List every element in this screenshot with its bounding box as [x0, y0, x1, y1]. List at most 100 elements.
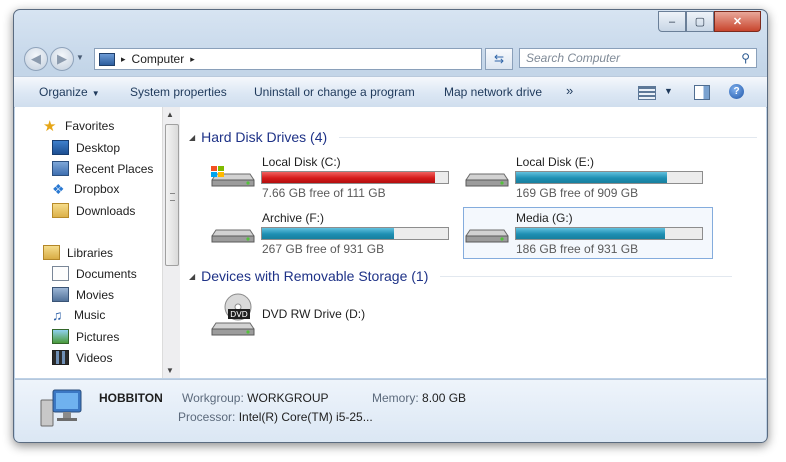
nav-item-recent-places[interactable]: Recent Places [52, 161, 153, 176]
search-icon[interactable]: ⚲ [741, 51, 750, 65]
nav-item-label: Documents [76, 266, 137, 281]
nav-libraries[interactable]: Libraries [43, 245, 113, 260]
nav-favorites[interactable]: ★ Favorites [43, 119, 115, 134]
dvd-drive-icon: DVD [211, 293, 255, 336]
organize-button[interactable]: Organize ▼ [39, 85, 100, 99]
refresh-button[interactable]: ⇆ [485, 48, 513, 70]
back-button[interactable]: ◀ [24, 47, 48, 71]
dropbox-icon: ❖ [52, 180, 65, 197]
nav-item-videos[interactable]: Videos [52, 350, 112, 365]
recent-places-icon [52, 161, 69, 176]
navigation-bar: ◀ ▶ ▼ ▸ Computer ▸ ⇆ Search Computer ⚲ [14, 45, 767, 73]
system-properties-button[interactable]: System properties [130, 85, 227, 99]
explorer-window: – ▢ ✕ ◀ ▶ ▼ ▸ Computer ▸ ⇆ Search Comput… [13, 9, 768, 443]
nav-favorites-label: Favorites [65, 119, 115, 133]
nav-item-label: Downloads [76, 203, 136, 218]
nav-item-label: Recent Places [76, 161, 154, 176]
hard-drive-icon [211, 229, 255, 243]
nav-pane-scrollbar[interactable]: ▲ ▼ [162, 107, 180, 378]
nav-item-movies[interactable]: Movies [52, 287, 114, 302]
breadcrumb-computer[interactable]: Computer [132, 52, 185, 66]
libraries-icon [43, 245, 60, 260]
navigation-pane: ★ Favorites Desktop Recent Places ❖ Drop… [15, 107, 162, 378]
map-network-drive-button[interactable]: Map network drive [444, 85, 542, 99]
nav-item-downloads[interactable]: Downloads [52, 203, 135, 218]
drive-usage-bar [515, 171, 703, 184]
command-bar: Organize ▼ System properties Uninstall or… [14, 76, 767, 108]
nav-item-label: Pictures [76, 329, 120, 344]
caption-buttons: – ▢ ✕ [658, 11, 761, 32]
collapse-triangle-icon[interactable]: ◢ [189, 272, 195, 281]
processor-info: Processor: Intel(R) Core(TM) i5-25... [178, 410, 373, 424]
scroll-up-arrow-icon[interactable]: ▲ [166, 110, 174, 119]
drive-free-space: 7.66 GB free of 111 GB [262, 186, 386, 200]
drive-usage-bar [261, 171, 449, 184]
drive-usage-bar [261, 227, 449, 240]
group-divider [440, 275, 733, 277]
nav-item-pictures[interactable]: Pictures [52, 329, 119, 344]
drive-usage-fill [262, 228, 395, 239]
group-title: Devices with Removable Storage (1) [201, 268, 429, 284]
view-options-caret-icon[interactable]: ▼ [664, 86, 673, 96]
hard-drive-icon [465, 173, 509, 187]
search-input[interactable]: Search Computer [526, 51, 620, 65]
nav-item-music[interactable]: ♫ Music [52, 306, 106, 323]
breadcrumb-separator[interactable]: ▸ [121, 54, 126, 65]
nav-item-desktop[interactable]: Desktop [52, 140, 120, 155]
drive-usage-fill [262, 172, 435, 183]
drive-tile[interactable]: Archive (F:) 267 GB free of 931 GB [210, 208, 460, 258]
breadcrumb-separator[interactable]: ▸ [190, 54, 195, 65]
address-bar[interactable]: ▸ Computer ▸ [94, 48, 482, 70]
nav-item-documents[interactable]: Documents [52, 266, 137, 281]
drive-name: Archive (F:) [262, 211, 325, 225]
drive-name: Local Disk (E:) [516, 155, 595, 169]
processor-label: Processor: [178, 410, 236, 424]
videos-icon [52, 350, 69, 365]
collapse-triangle-icon[interactable]: ◢ [189, 133, 195, 142]
computer-name: HOBBITON [99, 391, 163, 405]
drive-tile-selected[interactable]: Media (G:) 186 GB free of 931 GB [463, 207, 713, 259]
computer-icon [99, 52, 115, 66]
scroll-down-arrow-icon[interactable]: ▼ [166, 366, 174, 375]
scrollbar-thumb[interactable] [165, 124, 179, 266]
drive-tile[interactable]: DVD DVD RW Drive (D:) [210, 293, 410, 339]
group-removable-storage[interactable]: ◢ Devices with Removable Storage (1) [189, 268, 733, 284]
change-view-icon[interactable] [638, 86, 656, 100]
content-area: ★ Favorites Desktop Recent Places ❖ Drop… [15, 107, 766, 378]
maximize-button[interactable]: ▢ [686, 11, 714, 32]
more-commands-button[interactable]: » [566, 83, 573, 98]
workgroup-info: Workgroup: WORKGROUP [182, 391, 329, 405]
drive-free-space: 267 GB free of 931 GB [262, 242, 385, 256]
close-button[interactable]: ✕ [714, 11, 761, 32]
group-hard-disk-drives[interactable]: ◢ Hard Disk Drives (4) [189, 129, 758, 145]
dropdown-caret-icon: ▼ [91, 89, 100, 98]
documents-icon [52, 266, 69, 281]
dvd-badge: DVD [230, 310, 248, 319]
drive-usage-fill [516, 172, 667, 183]
nav-item-label: Videos [76, 350, 113, 365]
drive-free-space: 169 GB free of 909 GB [516, 186, 639, 200]
nav-item-label: Dropbox [74, 182, 120, 196]
recent-pages-chevron-icon[interactable]: ▼ [76, 53, 84, 62]
preview-pane-icon[interactable] [694, 85, 710, 100]
search-box[interactable]: Search Computer ⚲ [519, 48, 757, 68]
processor-value: Intel(R) Core(TM) i5-25... [238, 410, 373, 424]
nav-item-label: Music [74, 308, 106, 322]
forward-button[interactable]: ▶ [50, 47, 74, 71]
music-icon: ♫ [52, 306, 63, 323]
nav-item-dropbox[interactable]: ❖ Dropbox [52, 180, 120, 197]
minimize-button[interactable]: – [658, 11, 686, 32]
computer-icon [40, 389, 82, 427]
drive-tile[interactable]: Local Disk (E:) 169 GB free of 909 GB [464, 152, 714, 202]
workgroup-value: WORKGROUP [247, 391, 329, 405]
memory-label: Memory: [372, 391, 419, 405]
help-icon[interactable]: ? [729, 84, 744, 99]
drive-tile[interactable]: Local Disk (C:) 7.66 GB free of 111 GB [210, 152, 460, 202]
memory-value: 8.00 GB [422, 391, 467, 405]
movies-icon [52, 287, 69, 302]
uninstall-program-button[interactable]: Uninstall or change a program [254, 85, 415, 99]
windows-drive-icon [211, 166, 255, 187]
scrollbar-grip-icon [170, 193, 175, 201]
drive-usage-bar [515, 227, 703, 240]
nav-item-label: Desktop [76, 140, 121, 155]
